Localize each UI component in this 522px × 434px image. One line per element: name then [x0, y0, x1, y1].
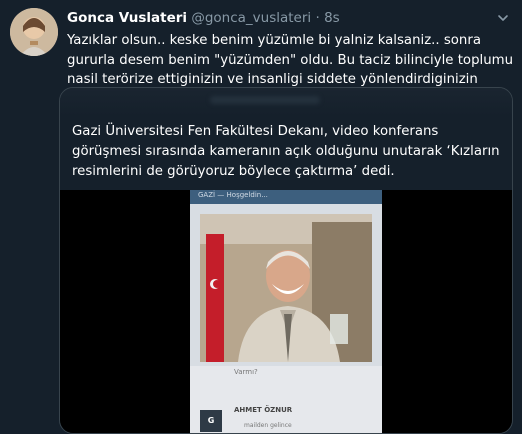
chat-label: Varmı?: [234, 368, 258, 376]
quoted-tweet-header: [60, 88, 512, 116]
quoted-tweet[interactable]: Gazi Üniversitesi Fen Fakültesi Dekanı, …: [59, 87, 513, 434]
participant-subtext: mailden gelince: [244, 422, 292, 429]
phone-top-bar: GAZİ — Hoşgeldin...: [190, 190, 382, 204]
video-media[interactable]: GAZİ — Hoşgeldin... Varmı? G AHMET ÖZNUR…: [60, 190, 512, 433]
chevron-down-icon[interactable]: [496, 10, 510, 24]
display-name[interactable]: Gonca Vuslateri: [67, 10, 187, 26]
video-frame: [200, 214, 372, 362]
top-bar-text: GAZİ — Hoşgeldin...: [198, 191, 268, 199]
user-handle[interactable]: @gonca_vuslateri: [191, 10, 311, 26]
tweet-header: Gonca Vuslateri @gonca_vuslateri · 8s: [67, 9, 512, 29]
blurred-header: [210, 96, 320, 104]
tweet: Gonca Vuslateri @gonca_vuslateri · 8s Ya…: [0, 0, 522, 434]
avatar[interactable]: [10, 8, 58, 56]
chat-panel: Varmı? G AHMET ÖZNUR mailden gelince: [190, 366, 382, 433]
separator-dot: ·: [315, 10, 320, 26]
participant-name: AHMET ÖZNUR: [234, 406, 293, 414]
quoted-tweet-text: Gazi Üniversitesi Fen Fakültesi Dekanı, …: [72, 124, 500, 179]
timestamp[interactable]: 8s: [324, 10, 340, 26]
phone-screen: GAZİ — Hoşgeldin... Varmı? G AHMET ÖZNUR…: [190, 190, 382, 433]
participant-avatar: G: [200, 410, 222, 432]
